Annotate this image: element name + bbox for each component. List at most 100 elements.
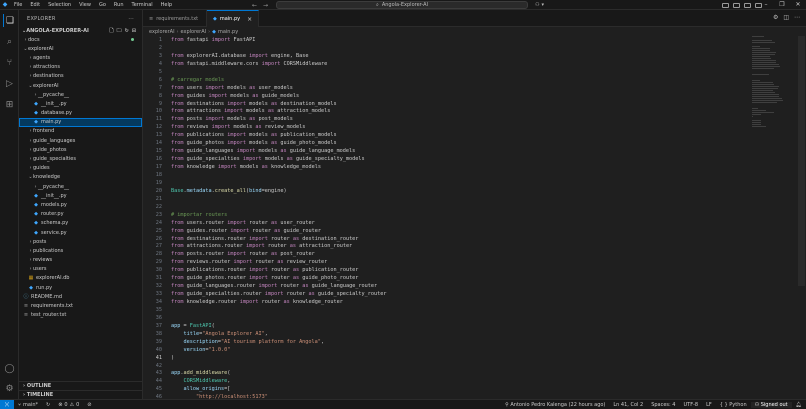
code-line[interactable]: 27 from attractions.router import router …: [143, 242, 793, 250]
tree-folder[interactable]: › guide_photos: [19, 145, 142, 154]
code-line[interactable]: 3 from explorerAI.database import engine,…: [143, 52, 793, 60]
tree-folder[interactable]: › publications: [19, 246, 142, 255]
minimap[interactable]: [752, 36, 792, 127]
collapse-all-icon[interactable]: ⊟: [132, 27, 136, 35]
code-line[interactable]: 28 from posts.router import router as pos…: [143, 250, 793, 258]
project-section-header[interactable]: ⌄ ANGOLA-EXPLORER-AI 🗋 🗀 ↻ ⊟: [19, 27, 142, 35]
code-line[interactable]: 36: [143, 314, 793, 322]
run-debug-icon[interactable]: ▷: [3, 77, 16, 90]
git-blame[interactable]: ⚲ Antonio Pedro Kalenga (22 hours ago): [501, 402, 609, 408]
code-line[interactable]: 16 from guide_specialties import models a…: [143, 155, 793, 163]
ports-indicator[interactable]: ⊘: [83, 402, 95, 408]
code-line[interactable]: 37 app = FastAPI(: [143, 322, 793, 330]
code-line[interactable]: 21: [143, 195, 793, 203]
cursor-position[interactable]: Ln 41, Col 2: [609, 402, 647, 408]
code-line[interactable]: 4 from fastapi.middleware.cors import COR…: [143, 60, 793, 68]
code-line[interactable]: 9 from destinations import models as dest…: [143, 100, 793, 108]
code-line[interactable]: 17 from knowledge import models as knowle…: [143, 163, 793, 171]
new-folder-icon[interactable]: 🗀: [117, 27, 122, 35]
code-line[interactable]: 45 allow_origins=[: [143, 385, 793, 393]
menu-item-terminal[interactable]: Terminal: [128, 0, 157, 10]
extensions-icon[interactable]: ⊞: [3, 98, 16, 111]
tree-file[interactable]: ◆ __init__.py: [19, 191, 142, 200]
code-line[interactable]: 29 from reviews.router import router as r…: [143, 258, 793, 266]
close-tab-icon[interactable]: ×: [247, 16, 252, 23]
tree-file[interactable]: ≡ test_router.txt: [19, 311, 142, 320]
tree-folder[interactable]: › attractions: [19, 63, 142, 72]
tree-folder[interactable]: › docs: [19, 35, 142, 44]
tree-folder[interactable]: › posts: [19, 237, 142, 246]
outline-section[interactable]: › OUTLINE: [19, 381, 143, 390]
code-line[interactable]: 11 from posts import models as post_model…: [143, 115, 793, 123]
tree-folder[interactable]: › frontend: [19, 127, 142, 136]
code-line[interactable]: 43 app.add_middleware(: [143, 369, 793, 377]
tree-folder[interactable]: › destinations: [19, 72, 142, 81]
code-line[interactable]: 41): [143, 354, 793, 362]
code-line[interactable]: 26 from destinations.router import router…: [143, 235, 793, 243]
tree-file[interactable]: ◆ main.py: [19, 117, 142, 127]
menu-item-help[interactable]: Help: [157, 0, 176, 10]
tab-main-py[interactable]: ◆ main.py ×: [207, 10, 259, 27]
tree-folder[interactable]: › reviews: [19, 256, 142, 265]
code-line[interactable]: 20 Base.metadata.create_all(bind=engine): [143, 187, 793, 195]
menu-item-file[interactable]: File: [10, 0, 26, 10]
back-arrow-icon[interactable]: ←: [252, 2, 257, 9]
menu-item-edit[interactable]: Edit: [26, 0, 44, 10]
menu-item-selection[interactable]: Selection: [44, 0, 75, 10]
code-line[interactable]: 32 from guide_languages.router import rou…: [143, 282, 793, 290]
problems-indicator[interactable]: ⊗ 0 ⚠ 0: [54, 402, 83, 408]
menu-item-view[interactable]: View: [75, 0, 95, 10]
maximize-icon[interactable]: ❐: [774, 0, 790, 10]
notifications[interactable]: 🔔︎: [792, 402, 806, 408]
code-line[interactable]: 19: [143, 179, 793, 187]
code-line[interactable]: 35: [143, 306, 793, 314]
layout-customize-icon[interactable]: [722, 2, 729, 8]
tree-folder[interactable]: › __pycache__: [19, 90, 142, 99]
tree-folder[interactable]: ⌄ knowledge: [19, 173, 142, 182]
toggle-panel-icon[interactable]: [744, 2, 751, 8]
gear-icon[interactable]: ⚙: [3, 382, 16, 395]
timeline-section[interactable]: › TIMELINE: [19, 390, 143, 399]
code-editor[interactable]: 1 from fastapi import FastAPI 2 3 from explo…: [143, 36, 793, 399]
tree-file[interactable]: ◆ models.py: [19, 200, 142, 209]
explorer-icon[interactable]: ❏: [3, 14, 16, 27]
tree-file[interactable]: ◆ service.py: [19, 228, 142, 237]
code-line[interactable]: 12 from reviews import models as review_m…: [143, 123, 793, 131]
tree-file[interactable]: ◆ __init__.py: [19, 99, 142, 108]
tree-folder[interactable]: › guides: [19, 164, 142, 173]
editor-scrollbar[interactable]: [797, 36, 806, 399]
tree-file[interactable]: ⓘ README.md: [19, 292, 142, 301]
code-line[interactable]: 5: [143, 68, 793, 76]
language-mode[interactable]: { } Python: [716, 402, 751, 408]
account-status[interactable]: ⚇ Signed out: [750, 401, 792, 408]
code-line[interactable]: 22: [143, 203, 793, 211]
tree-file[interactable]: ▦ explorerAI.db: [19, 274, 142, 283]
more-actions-icon[interactable]: ⋯: [794, 14, 800, 21]
breadcrumb-item[interactable]: explorerAI: [181, 29, 207, 35]
code-line[interactable]: 25 from guides.router import router as gu…: [143, 227, 793, 235]
code-line[interactable]: 34 from knowledge.router import router as…: [143, 298, 793, 306]
tree-folder[interactable]: › agents: [19, 53, 142, 62]
end-of-line[interactable]: LF: [702, 402, 716, 408]
close-window-icon[interactable]: ✕: [790, 0, 806, 10]
tree-file[interactable]: ◆ router.py: [19, 210, 142, 219]
code-line[interactable]: 31 from guide_photos.router import router…: [143, 274, 793, 282]
code-line[interactable]: 33 from guide_specialties.router import r…: [143, 290, 793, 298]
tree-file[interactable]: ≡ requirements.txt: [19, 301, 142, 310]
code-line[interactable]: 6 # carregar models: [143, 76, 793, 84]
remote-indicator-icon[interactable]: ⟩⟨: [0, 399, 14, 409]
command-center-search[interactable]: ⌕ Angola-Explorer-AI: [276, 1, 528, 9]
settings-sync-icon[interactable]: ⚙: [773, 14, 778, 21]
code-line[interactable]: 30 from publications.router import router…: [143, 266, 793, 274]
code-line[interactable]: 14 from guide_photos import models as gui…: [143, 139, 793, 147]
tree-folder[interactable]: ⌄ explorerAI: [19, 81, 142, 90]
tree-folder[interactable]: › __pycache__: [19, 182, 142, 191]
code-line[interactable]: 13 from publications import models as pub…: [143, 131, 793, 139]
code-line[interactable]: 40 version="1.0.0": [143, 346, 793, 354]
breadcrumb-item[interactable]: explorerAI: [149, 29, 175, 35]
code-line[interactable]: 2: [143, 44, 793, 52]
source-control-icon[interactable]: ⑂: [3, 56, 16, 69]
indentation[interactable]: Spaces: 4: [647, 402, 679, 408]
search-icon[interactable]: ⌕: [3, 35, 16, 48]
code-line[interactable]: 39 description="AI tourism platform for …: [143, 338, 793, 346]
